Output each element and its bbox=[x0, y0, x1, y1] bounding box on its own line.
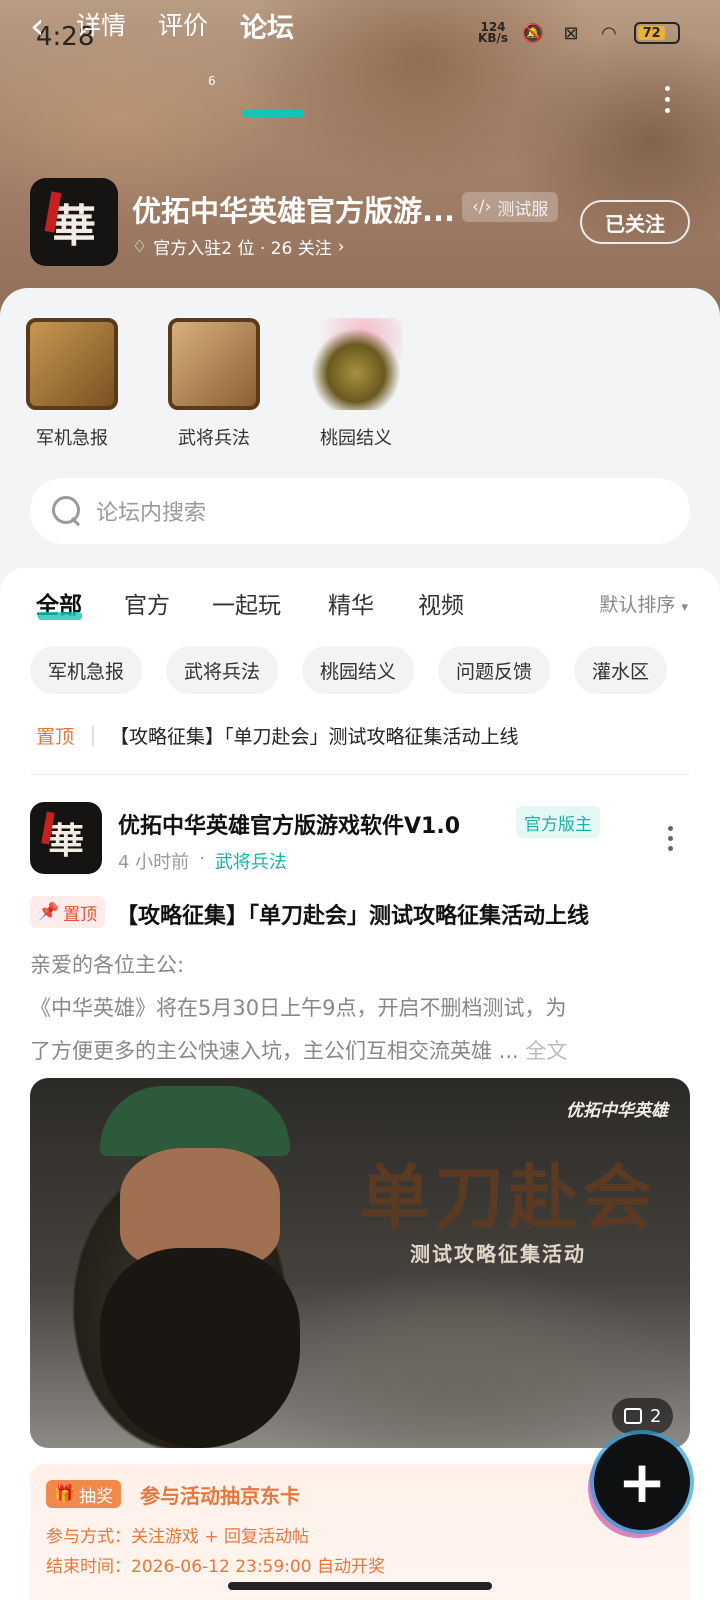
search-input[interactable]: 论坛内搜索 bbox=[30, 478, 690, 544]
post-image[interactable]: 单刀赴会 测试攻略征集活动 优拓中华英雄 bbox=[30, 1078, 690, 1448]
no-sim-icon: ⊠ bbox=[563, 22, 579, 44]
app-stats[interactable]: ♢ 官方入驻2 位 · 26 关注 › bbox=[132, 234, 345, 260]
wifi-icon: ◠ bbox=[601, 22, 617, 44]
image-count-badge: 2 bbox=[612, 1398, 674, 1434]
app-logo: 華 bbox=[30, 178, 118, 266]
mute-icon: 🔕 bbox=[521, 22, 545, 44]
banner-title: 单刀赴会 bbox=[360, 1156, 656, 1239]
post-meta: 4 小时前 · 武将兵法 bbox=[118, 848, 287, 874]
owner-badge: 官方版主 bbox=[516, 806, 600, 838]
back-icon[interactable]: ‹ bbox=[30, 6, 44, 47]
chip-strategy[interactable]: 武将兵法 bbox=[166, 646, 279, 694]
lottery-badge: 🎁 抽奖 bbox=[46, 1480, 122, 1508]
post-title[interactable]: 【攻略征集】「单刀赴会」测试攻略征集活动上线 bbox=[116, 898, 589, 930]
create-post-button[interactable]: + bbox=[594, 1434, 690, 1530]
filter-tab-play-together[interactable]: 一起玩 bbox=[212, 586, 281, 620]
scroll-icon bbox=[26, 318, 118, 410]
battery-icon: 72 bbox=[634, 22, 680, 44]
filter-tab-video[interactable]: 视频 bbox=[418, 586, 464, 620]
image-icon bbox=[624, 1408, 642, 1424]
divider bbox=[30, 774, 690, 775]
more-options-icon[interactable] bbox=[662, 86, 672, 113]
post-body[interactable]: 亲爱的各位主公: 《中华英雄》将在5月30日上午9点，开启不删档测试，为 了方便… bbox=[30, 944, 690, 1073]
banner-logo: 优拓中华英雄 bbox=[566, 1101, 668, 1121]
book-icon bbox=[168, 318, 260, 410]
sort-dropdown[interactable]: 默认排序 ▾ bbox=[599, 590, 688, 617]
diamond-icon: ♢ bbox=[132, 236, 148, 257]
plus-icon: + bbox=[617, 1448, 667, 1516]
quick-link-military-news[interactable]: 军机急报 bbox=[22, 318, 122, 450]
lottery-end-time: 结束时间：2026-06-12 23:59:00 自动开奖 bbox=[46, 1557, 385, 1577]
review-count: 6 bbox=[208, 74, 216, 88]
filter-tab-indicator bbox=[38, 612, 82, 620]
avatar[interactable]: 華 bbox=[30, 802, 102, 874]
home-indicator[interactable] bbox=[228, 1582, 492, 1590]
test-server-badge: ‹/› 测试服 bbox=[462, 192, 559, 222]
tab-details[interactable]: 详情 bbox=[76, 6, 126, 42]
caret-down-icon: ▾ bbox=[681, 600, 688, 615]
chip-oath[interactable]: 桃园结义 bbox=[302, 646, 415, 694]
app-title: 优拓中华英雄官方版游... bbox=[132, 194, 456, 228]
pinned-label: 置顶 bbox=[36, 726, 75, 748]
gift-icon: 🎁 bbox=[54, 1484, 76, 1504]
lottery-method: 参与方式：关注游戏 + 回复活动帖 bbox=[46, 1527, 310, 1547]
quick-link-oath[interactable]: 桃园结义 bbox=[306, 318, 406, 450]
code-icon: ‹/› bbox=[472, 197, 492, 217]
follow-button[interactable]: 已关注 bbox=[580, 200, 690, 244]
banner-subtitle: 测试攻略征集活动 bbox=[410, 1242, 586, 1266]
chevron-right-icon: › bbox=[337, 236, 345, 257]
search-icon bbox=[52, 496, 82, 526]
tab-reviews[interactable]: 评价 bbox=[158, 6, 208, 42]
tab-forum[interactable]: 论坛 bbox=[240, 6, 294, 45]
divider bbox=[92, 726, 94, 746]
post-more-icon[interactable] bbox=[668, 826, 674, 851]
quick-link-strategy[interactable]: 武将兵法 bbox=[164, 318, 264, 450]
network-speed: 124 KB/s bbox=[478, 20, 508, 45]
pinned-badge: 📌 置顶 bbox=[30, 896, 106, 928]
chip-military-news[interactable]: 军机急报 bbox=[30, 646, 143, 694]
read-more-link[interactable]: 全文 bbox=[525, 1039, 567, 1063]
goblets-icon bbox=[310, 318, 402, 410]
lottery-title: 参与活动抽京东卡 bbox=[140, 1484, 300, 1508]
chip-water-zone[interactable]: 灌水区 bbox=[574, 646, 668, 694]
post-category[interactable]: 武将兵法 bbox=[215, 848, 287, 874]
filter-tab-official[interactable]: 官方 bbox=[124, 586, 170, 620]
pin-icon: 📌 bbox=[38, 902, 60, 922]
pinned-post-link[interactable]: 【攻略征集】「单刀赴会」测试攻略征集活动上线 bbox=[110, 722, 519, 749]
lottery-card[interactable]: 🎁 抽奖 参与活动抽京东卡 参与方式：关注游戏 + 回复活动帖 结束时间：202… bbox=[30, 1464, 690, 1600]
post-author[interactable]: 优拓中华英雄官方版游戏软件V1.0 bbox=[118, 808, 460, 840]
chip-feedback[interactable]: 问题反馈 bbox=[438, 646, 551, 694]
filter-tab-featured[interactable]: 精华 bbox=[328, 586, 374, 620]
active-tab-indicator bbox=[242, 110, 304, 117]
